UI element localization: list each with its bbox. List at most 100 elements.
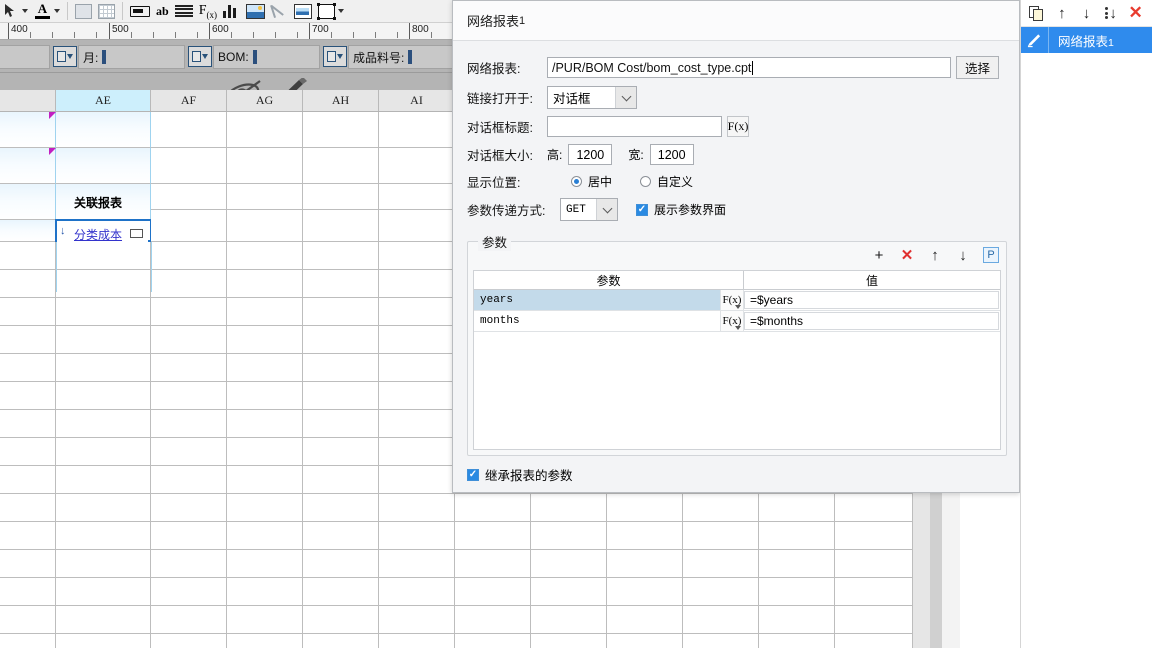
move-down-icon[interactable]: ↓ <box>1077 3 1095 23</box>
grid-cell[interactable] <box>0 578 56 606</box>
grid-cell[interactable] <box>227 354 303 382</box>
grid-cell[interactable] <box>759 606 835 634</box>
grid-cell[interactable] <box>379 298 455 326</box>
grid-cell[interactable] <box>56 354 151 382</box>
grid-cell[interactable] <box>303 112 379 148</box>
grid-cell[interactable] <box>379 438 455 466</box>
grid-cell[interactable] <box>151 210 227 242</box>
grid-cell[interactable] <box>151 550 227 578</box>
param-combo-1[interactable] <box>188 46 212 67</box>
grid-cell[interactable] <box>151 298 227 326</box>
param-name-cell[interactable]: months <box>474 311 720 331</box>
grid-cell[interactable] <box>0 382 56 410</box>
grid-cell[interactable] <box>56 298 151 326</box>
grid-cell[interactable] <box>0 326 56 354</box>
grid-cell[interactable] <box>151 354 227 382</box>
grid-cell[interactable] <box>0 184 56 220</box>
grid-cell[interactable] <box>0 354 56 382</box>
grid-cell[interactable] <box>531 550 607 578</box>
grid-cell[interactable] <box>759 634 835 648</box>
grid-cell[interactable] <box>835 550 913 578</box>
grid-cell[interactable] <box>227 606 303 634</box>
grid-cell[interactable] <box>303 606 379 634</box>
grid-cell[interactable] <box>379 148 455 184</box>
grid-cell[interactable] <box>835 634 913 648</box>
param-combo-2[interactable] <box>323 46 347 67</box>
grid-cell[interactable] <box>56 410 151 438</box>
grid-cell[interactable] <box>303 354 379 382</box>
grid-cell[interactable] <box>227 466 303 494</box>
grid-cell[interactable] <box>835 606 913 634</box>
grid-cell-AE[interactable] <box>56 148 151 184</box>
grid-cell[interactable] <box>455 522 531 550</box>
vertical-scrollbar-thumb[interactable] <box>930 488 942 648</box>
grid-cell[interactable] <box>379 270 455 298</box>
move-up-icon[interactable]: ↑ <box>1053 3 1071 23</box>
grid-cell[interactable] <box>531 606 607 634</box>
param-bom[interactable]: BOM: <box>213 45 320 69</box>
grid-cell[interactable] <box>531 634 607 648</box>
cell-category-cost-link[interactable]: 分类成本 <box>74 226 122 243</box>
grid-cell[interactable] <box>227 148 303 184</box>
grid-cell[interactable] <box>379 242 455 270</box>
grid-cell[interactable] <box>303 578 379 606</box>
move-param-up-button[interactable]: ↑ <box>927 247 943 264</box>
inherit-params-checkbox[interactable] <box>467 468 479 481</box>
text-label-icon[interactable] <box>127 0 153 22</box>
grid-cell[interactable] <box>455 578 531 606</box>
grid-cell[interactable] <box>683 634 759 648</box>
grid-cell[interactable] <box>455 606 531 634</box>
grid-cell[interactable] <box>759 578 835 606</box>
grid-cell[interactable] <box>56 326 151 354</box>
grid-cell[interactable] <box>0 494 56 522</box>
grid-cell[interactable] <box>227 634 303 648</box>
grid-cell[interactable] <box>683 550 759 578</box>
grid-cell[interactable] <box>0 522 56 550</box>
column-header-AF[interactable]: AF <box>151 90 227 111</box>
grid-cell[interactable] <box>835 522 913 550</box>
grid-cell[interactable] <box>0 438 56 466</box>
grid-cell[interactable] <box>531 494 607 522</box>
grid-cell[interactable] <box>607 550 683 578</box>
formula-icon[interactable]: F(x) <box>727 116 749 137</box>
grid-cell[interactable] <box>151 634 227 648</box>
grid-cell[interactable] <box>379 578 455 606</box>
grid-cell[interactable] <box>379 210 455 242</box>
grid-cell[interactable] <box>151 242 227 270</box>
grid-cell[interactable] <box>56 466 151 494</box>
dialog-title-input[interactable] <box>547 116 722 137</box>
param-month[interactable]: 月: <box>78 45 185 69</box>
angle-icon[interactable] <box>268 0 291 22</box>
grid-cell[interactable] <box>56 494 151 522</box>
report-path-input[interactable]: /PUR/BOM Cost/bom_cost_type.cpt <box>547 57 951 78</box>
grid-cell[interactable] <box>227 112 303 148</box>
grid-cell[interactable] <box>227 438 303 466</box>
grid-cell[interactable] <box>303 634 379 648</box>
grid-cell[interactable] <box>303 438 379 466</box>
delete-param-button[interactable]: ✕ <box>899 247 915 264</box>
grid-cell[interactable] <box>379 550 455 578</box>
grid-cell[interactable] <box>56 550 151 578</box>
param-method-select[interactable]: GET <box>560 198 618 221</box>
grid-cell[interactable] <box>56 634 151 648</box>
grid-cell[interactable] <box>455 494 531 522</box>
table-borders-icon[interactable] <box>95 0 118 22</box>
paragraph-icon[interactable] <box>172 0 196 22</box>
grid-cell[interactable] <box>0 550 56 578</box>
open-in-select[interactable]: 对话框 <box>547 86 637 109</box>
grid-cell[interactable] <box>227 494 303 522</box>
grid-cell[interactable] <box>0 298 56 326</box>
image-icon[interactable] <box>243 0 268 22</box>
grid-cell[interactable] <box>379 606 455 634</box>
table-row[interactable]: years F(x) =$years <box>474 290 1000 311</box>
grid-cell[interactable] <box>683 606 759 634</box>
grid-cell[interactable] <box>56 606 151 634</box>
column-header-AI[interactable]: AI <box>379 90 455 111</box>
grid-cell[interactable] <box>0 242 56 270</box>
grid-cell[interactable] <box>0 148 56 184</box>
grid-cell[interactable] <box>0 606 56 634</box>
grid-cell[interactable] <box>379 184 455 210</box>
chevron-down-icon[interactable] <box>735 326 741 330</box>
grid-cell[interactable] <box>227 298 303 326</box>
param-product-code[interactable]: 成品料号: <box>348 45 463 69</box>
